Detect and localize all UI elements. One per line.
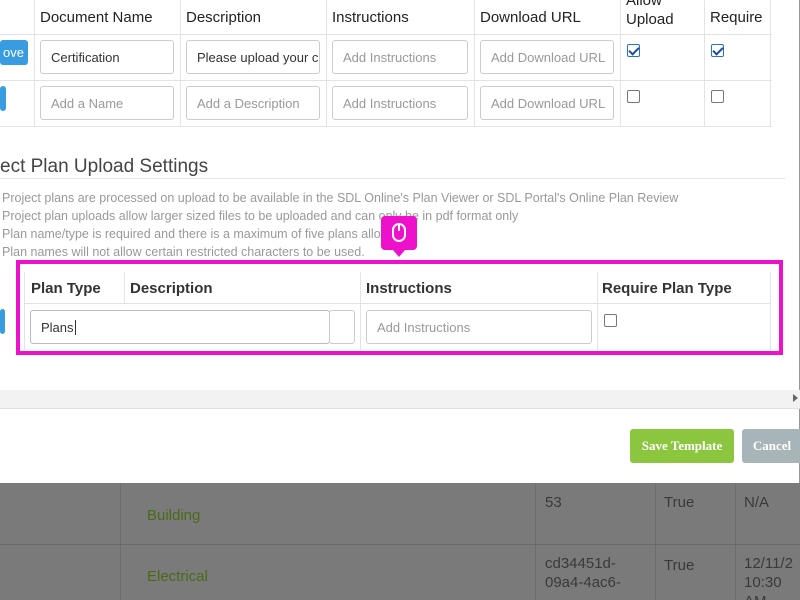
document-description-input[interactable]: Please upload your c [186, 40, 320, 74]
header-instructions: Instructions [332, 9, 409, 26]
section-divider [0, 178, 785, 179]
col-divider [326, 0, 327, 126]
plan-note: Project plan uploads allow larger sized … [2, 209, 519, 223]
col-divider [620, 0, 621, 126]
header-document-name: Document Name [40, 9, 153, 26]
document-instructions-input[interactable]: Add Instructions [332, 40, 468, 74]
col-divider [704, 0, 705, 126]
document-instructions-input[interactable]: Add Instructions [332, 86, 468, 120]
section-title: ect Plan Upload Settings [0, 156, 209, 177]
header-require: Require [710, 9, 763, 26]
header-allow-upload-line2: Upload [626, 11, 674, 28]
col-divider [770, 0, 771, 126]
require-checkbox[interactable] [711, 90, 724, 103]
bg-divider [735, 482, 736, 600]
remove-button[interactable]: ove [0, 40, 28, 65]
row-divider [0, 80, 772, 81]
save-template-button[interactable]: Save Template [630, 429, 734, 463]
bg-row-name[interactable]: Electrical [147, 567, 208, 586]
bg-row-divider [0, 544, 800, 545]
cancel-button[interactable]: Cancel [742, 429, 800, 463]
document-name-input[interactable]: Certification [40, 40, 174, 74]
plan-note: Plan name/type is required and there is … [2, 227, 404, 241]
col-divider [34, 0, 35, 126]
bg-divider [655, 482, 656, 600]
row-divider [0, 126, 772, 127]
bg-row-id: 53 [545, 494, 562, 511]
allow-upload-checkbox[interactable] [627, 44, 640, 57]
document-description-input[interactable]: Add a Description [186, 86, 320, 120]
bg-row-active: True [664, 494, 695, 511]
col-divider [180, 0, 181, 126]
bg-divider [535, 482, 536, 600]
require-checkbox[interactable] [711, 44, 724, 57]
highlight-box [16, 260, 783, 355]
plan-note: Project plans are processed on upload to… [2, 191, 679, 205]
allow-upload-checkbox[interactable] [627, 90, 640, 103]
background-table: Building 53 True N/A Electrical cd34451d… [0, 482, 800, 600]
bg-row-date: 12/11/2 [744, 555, 793, 572]
bg-row-date: N/A [744, 494, 770, 511]
scroll-area-bottom [0, 390, 800, 409]
add-button[interactable] [0, 86, 6, 111]
header-description: Description [186, 9, 262, 26]
document-download-url-input[interactable]: Add Download URL [480, 40, 614, 74]
bg-row-active: True [664, 557, 695, 574]
mouse-icon [392, 223, 406, 242]
bg-row-id: 09a4-4ac6- [545, 574, 621, 591]
bg-row-name[interactable]: Building [147, 506, 200, 525]
row-divider [0, 34, 772, 35]
header-download-url: Download URL [480, 9, 581, 26]
document-download-url-input[interactable]: Add Download URL [480, 86, 614, 120]
bg-row-id: cd34451d- [545, 555, 616, 572]
bg-row-date: 10:30 AM [744, 574, 782, 600]
document-name-input[interactable]: Add a Name [40, 86, 174, 120]
header-allow-upload-line1: Allow [626, 0, 662, 9]
mouse-click-marker [381, 216, 417, 257]
col-divider [474, 0, 475, 126]
header-allow-upload: Allow Upload [626, 0, 674, 29]
scroll-right-arrow-icon[interactable] [793, 394, 798, 402]
plan-note: Plan names will not allow certain restri… [2, 245, 365, 259]
bg-divider [120, 482, 121, 600]
template-modal: Document Name Description Instructions D… [0, 0, 800, 483]
add-plan-button[interactable] [0, 309, 5, 334]
